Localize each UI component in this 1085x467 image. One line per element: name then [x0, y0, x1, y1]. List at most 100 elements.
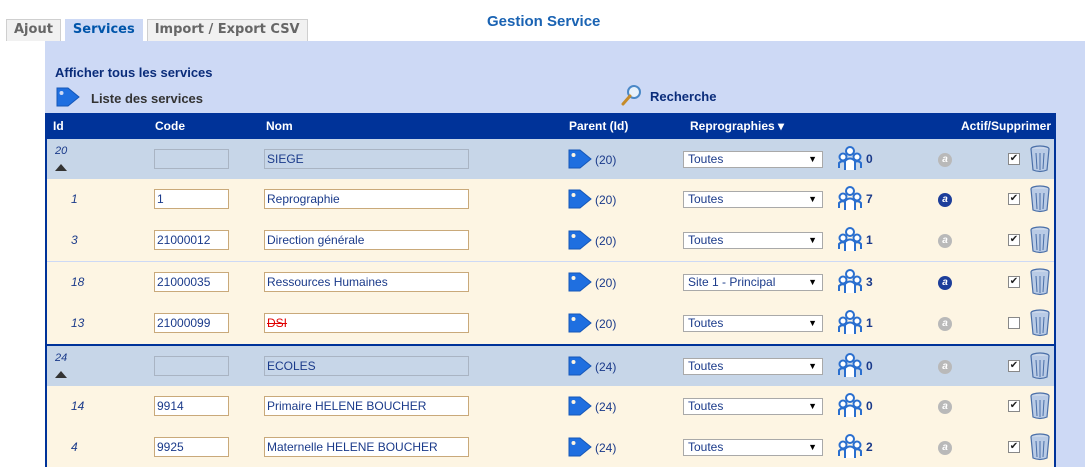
- tag-icon[interactable]: [567, 229, 593, 254]
- reprographie-select[interactable]: Toutes ▼: [683, 358, 823, 375]
- name-input[interactable]: ECOLES: [264, 356, 469, 376]
- reprographie-select[interactable]: Toutes ▼: [683, 439, 823, 456]
- active-checkbox[interactable]: ✔: [1008, 360, 1020, 372]
- a-badge-icon[interactable]: a: [938, 234, 952, 248]
- name-input[interactable]: Direction générale: [264, 230, 469, 250]
- active-checkbox[interactable]: ✔: [1008, 234, 1020, 246]
- users-icon[interactable]: [838, 393, 862, 422]
- reprographie-select[interactable]: Toutes ▼: [683, 151, 823, 168]
- trash-icon[interactable]: [1029, 433, 1051, 464]
- parent-id: (20): [595, 234, 617, 248]
- row-id: 13: [71, 316, 85, 330]
- name-input[interactable]: DSI: [264, 313, 469, 333]
- name-value: Direction générale: [267, 233, 365, 247]
- col-actif-supprimer: Actif/Supprimer: [961, 119, 1052, 133]
- active-checkbox[interactable]: ✔: [1008, 400, 1020, 412]
- code-input[interactable]: 21000035: [154, 272, 229, 292]
- tag-icon[interactable]: [567, 312, 593, 337]
- active-checkbox[interactable]: ✔: [1008, 276, 1020, 288]
- trash-icon[interactable]: [1029, 392, 1051, 423]
- code-input[interactable]: [154, 356, 229, 376]
- dropdown-arrow-icon: ▼: [808, 318, 817, 328]
- parent-id: (20): [595, 153, 617, 167]
- trash-icon[interactable]: [1029, 352, 1051, 383]
- trash-icon[interactable]: [1029, 268, 1051, 299]
- name-value: ECOLES: [267, 359, 316, 373]
- tab-services[interactable]: Services: [64, 19, 143, 41]
- tag-icon[interactable]: [567, 395, 593, 420]
- dropdown-arrow-icon: ▼: [808, 194, 817, 204]
- col-reprographies-dropdown[interactable]: Reprographies ▾: [690, 119, 784, 133]
- a-badge-icon[interactable]: a: [938, 153, 952, 167]
- reprographie-select[interactable]: Toutes ▼: [683, 315, 823, 332]
- row-id: 24: [55, 352, 68, 364]
- a-badge-icon[interactable]: a: [938, 360, 952, 374]
- users-icon[interactable]: [838, 310, 862, 339]
- a-badge-icon[interactable]: a: [938, 400, 952, 414]
- tab-bar: Ajout Services Import / Export CSV: [6, 19, 312, 41]
- row-id: 18: [71, 275, 85, 289]
- list-heading: Liste des services: [55, 86, 203, 110]
- tab-ajout[interactable]: Ajout: [6, 19, 61, 41]
- code-input[interactable]: [154, 149, 229, 169]
- code-input[interactable]: 21000099: [154, 313, 229, 333]
- a-badge-icon[interactable]: a: [938, 193, 952, 207]
- col-id[interactable]: Id: [53, 119, 64, 133]
- code-input[interactable]: 9925: [154, 437, 229, 457]
- active-checkbox[interactable]: ✔: [1008, 193, 1020, 205]
- collapse-triangle-icon[interactable]: [55, 371, 67, 378]
- parent-id: (24): [595, 400, 617, 414]
- active-checkbox[interactable]: ✔: [1008, 153, 1020, 165]
- trash-icon[interactable]: [1029, 226, 1051, 257]
- col-code[interactable]: Code: [155, 119, 185, 133]
- reprographie-select[interactable]: Toutes ▼: [683, 398, 823, 415]
- tab-import-export-csv[interactable]: Import / Export CSV: [146, 19, 308, 41]
- tag-icon[interactable]: [567, 436, 593, 461]
- search-link[interactable]: Recherche: [620, 84, 716, 108]
- name-value: Ressources Humaines: [267, 275, 388, 289]
- reprographie-select[interactable]: Toutes ▼: [683, 191, 823, 208]
- parent-id: (20): [595, 276, 617, 290]
- col-name[interactable]: Nom: [266, 119, 293, 133]
- user-count: 2: [866, 440, 873, 454]
- tag-icon[interactable]: [567, 188, 593, 213]
- users-icon[interactable]: [838, 269, 862, 298]
- trash-icon[interactable]: [1029, 185, 1051, 216]
- group-row: 20 SIEGE (20) Toutes ▼ 0 a ✔: [47, 137, 1054, 179]
- user-count: 0: [866, 359, 873, 373]
- active-checkbox[interactable]: ✔: [1008, 441, 1020, 453]
- name-input[interactable]: Ressources Humaines: [264, 272, 469, 292]
- code-input[interactable]: 9914: [154, 396, 229, 416]
- name-input[interactable]: Maternelle HELENE BOUCHER: [264, 437, 469, 457]
- name-value: Maternelle HELENE BOUCHER: [267, 440, 438, 454]
- show-all-services-link[interactable]: Afficher tous les services: [55, 65, 213, 80]
- trash-icon[interactable]: [1029, 309, 1051, 340]
- code-input[interactable]: 1: [154, 189, 229, 209]
- name-input[interactable]: Reprographie: [264, 189, 469, 209]
- a-badge-icon[interactable]: a: [938, 276, 952, 290]
- a-badge-icon[interactable]: a: [938, 441, 952, 455]
- group-row: 24 ECOLES (24) Toutes ▼ 0 a ✔: [47, 344, 1054, 386]
- users-icon[interactable]: [838, 146, 862, 175]
- tag-icon[interactable]: [567, 271, 593, 296]
- col-parent[interactable]: Parent (Id): [569, 119, 628, 133]
- collapse-triangle-icon[interactable]: [55, 164, 67, 171]
- users-icon[interactable]: [838, 186, 862, 215]
- reprographie-select[interactable]: Toutes ▼: [683, 232, 823, 249]
- users-icon[interactable]: [838, 434, 862, 463]
- trash-icon[interactable]: [1029, 145, 1051, 176]
- tag-icon[interactable]: [567, 355, 593, 380]
- reprographie-select[interactable]: Site 1 - Principal ▼: [683, 274, 823, 291]
- code-input[interactable]: 21000012: [154, 230, 229, 250]
- row-id: 14: [71, 399, 85, 413]
- name-input[interactable]: Primaire HELENE BOUCHER: [264, 396, 469, 416]
- magnifier-icon: [620, 83, 644, 110]
- name-input[interactable]: SIEGE: [264, 149, 469, 169]
- row-id: 3: [71, 233, 78, 247]
- tag-icon[interactable]: [567, 148, 593, 173]
- a-badge-icon[interactable]: a: [938, 317, 952, 331]
- users-icon[interactable]: [838, 353, 862, 382]
- users-icon[interactable]: [838, 227, 862, 256]
- select-value: Toutes: [688, 440, 724, 454]
- active-checkbox[interactable]: [1008, 317, 1020, 329]
